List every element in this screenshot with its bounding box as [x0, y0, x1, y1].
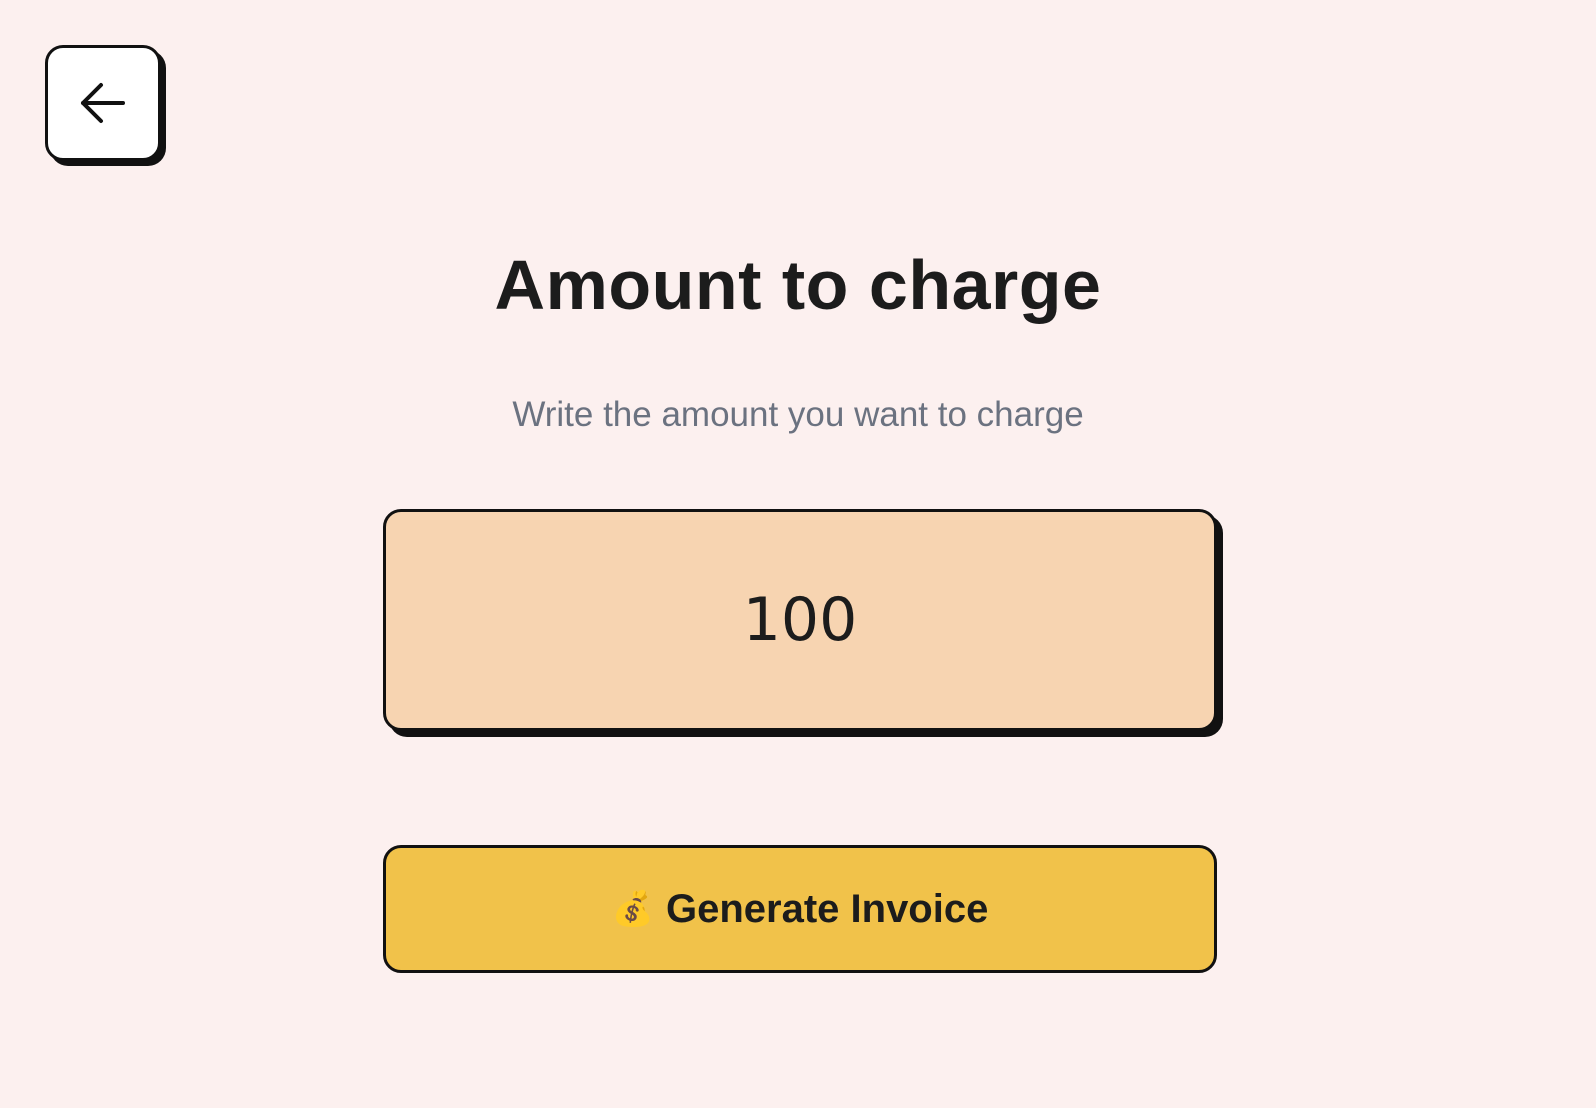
page-subtitle: Write the amount you want to charge [512, 395, 1084, 434]
back-button[interactable] [45, 45, 161, 161]
money-bag-icon: 💰 [611, 890, 654, 928]
arrow-left-icon [81, 83, 125, 123]
amount-input[interactable] [386, 512, 1214, 728]
generate-invoice-button[interactable]: 💰 Generate Invoice [383, 845, 1217, 973]
amount-field[interactable] [383, 509, 1217, 731]
generate-invoice-label: Generate Invoice [665, 886, 989, 931]
page-title: Amount to charge [494, 246, 1102, 324]
